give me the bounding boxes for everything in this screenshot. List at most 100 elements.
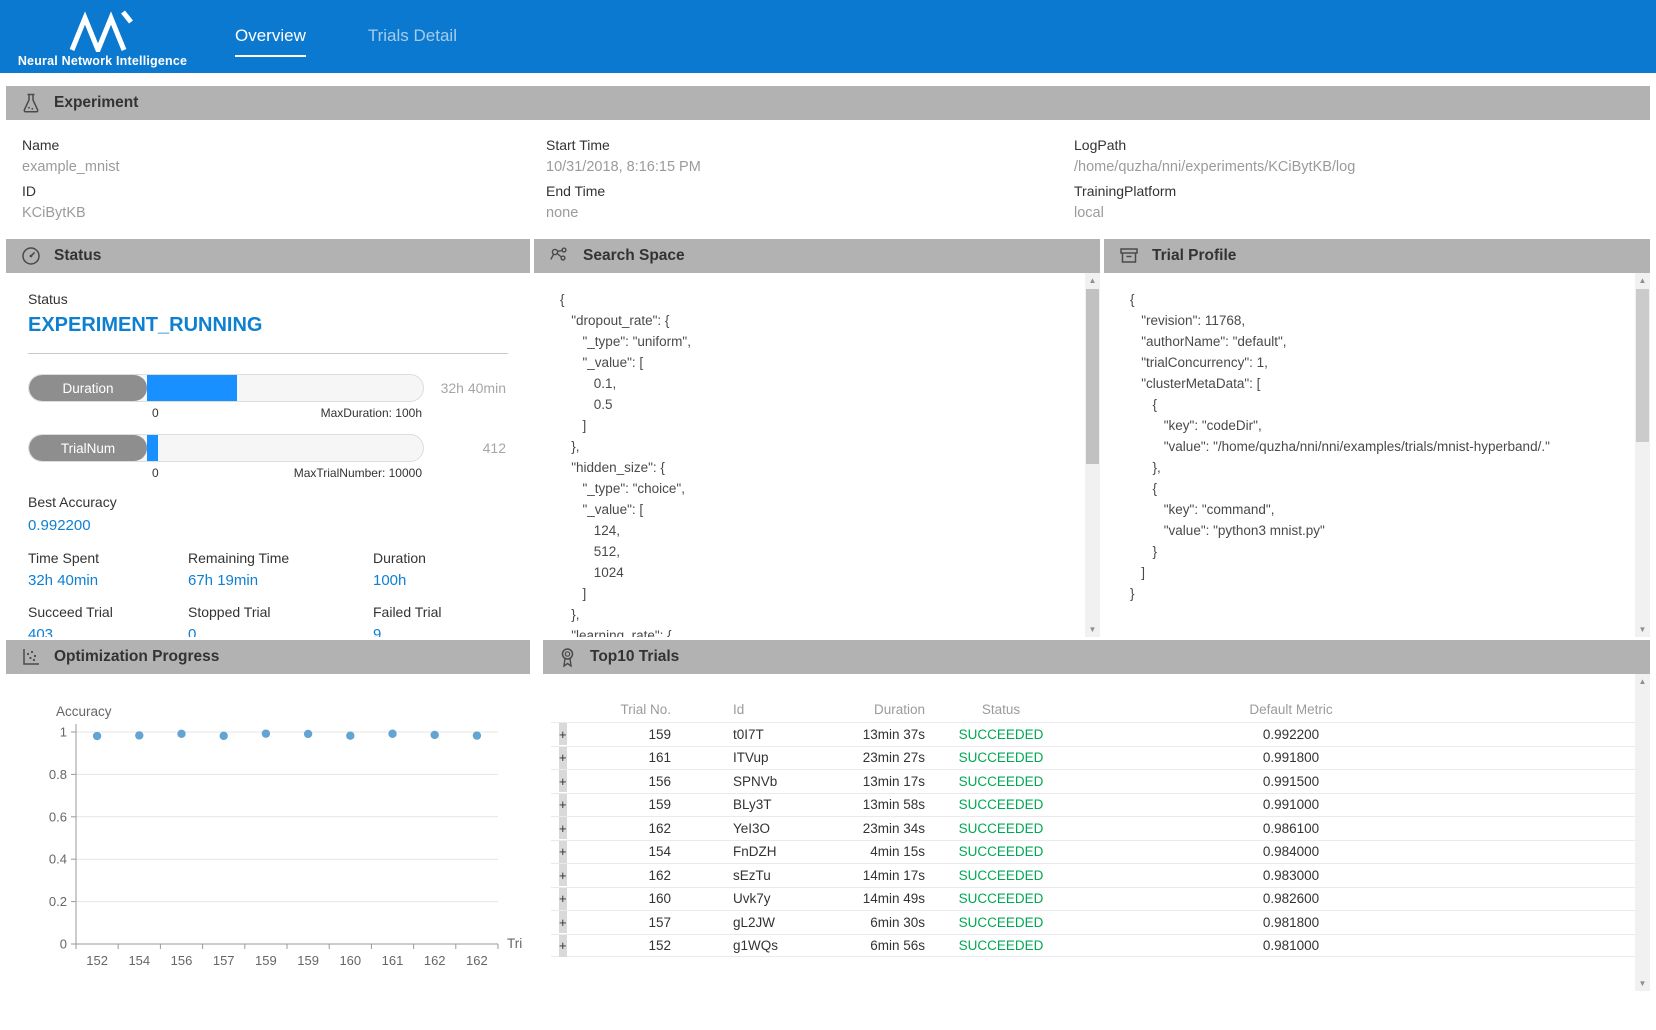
- scroll-down-icon[interactable]: ▼: [1085, 622, 1100, 637]
- stat-value-stopped-trial: 0: [188, 626, 373, 637]
- status-panel: Status Status EXPERIMENT_RUNNING Duratio…: [6, 239, 530, 637]
- field-value-name: example_mnist: [22, 159, 546, 175]
- optimization-panel: Optimization Progress Accuracy00.20.40.6…: [6, 640, 530, 1003]
- expand-row-button[interactable]: +: [559, 841, 567, 863]
- trialnum-bar-label: TrialNum: [29, 435, 147, 461]
- field-value-end-time: none: [546, 205, 1074, 221]
- table-row: +159BLy3T13min 58sSUCCEEDED0.991000: [551, 793, 1640, 817]
- tab-trials-detail[interactable]: Trials Detail: [368, 26, 457, 57]
- top10-header: Top10 Trials: [543, 640, 1650, 674]
- stat-value-succeed-trial: 403: [28, 626, 188, 637]
- top10-panel: Top10 Trials Trial No. Id Duration Statu…: [543, 640, 1650, 1003]
- status-stats: Time Spent32h 40min Remaining Time67h 19…: [28, 550, 508, 637]
- table-row: +157gL2JW6min 30sSUCCEEDED0.981800: [551, 910, 1640, 934]
- expand-row-button[interactable]: +: [559, 723, 567, 745]
- stat-value-duration: 100h: [373, 572, 508, 589]
- scrollbar-thumb[interactable]: [1636, 289, 1649, 442]
- field-value-id: KCiBytKB: [22, 205, 546, 221]
- cell-status: SUCCEEDED: [931, 797, 1071, 812]
- top10-table: Trial No. Id Duration Status Default Met…: [543, 674, 1650, 1003]
- duration-bar-label: Duration: [29, 375, 147, 401]
- scroll-up-icon[interactable]: ▲: [1085, 273, 1100, 288]
- stat-value-time-spent: 32h 40min: [28, 572, 188, 589]
- cell-duration: 4min 15s: [821, 844, 931, 859]
- table-row: +162YeI3O23min 34sSUCCEEDED0.986100: [551, 816, 1640, 840]
- best-accuracy-value: 0.992200: [28, 517, 508, 534]
- duration-min: 0: [152, 406, 159, 420]
- scroll-down-icon[interactable]: ▼: [1635, 622, 1650, 637]
- cell-trial-no: 154: [601, 844, 691, 859]
- column-header-duration: Duration: [821, 702, 931, 717]
- cell-duration: 23min 27s: [821, 750, 931, 765]
- scroll-down-icon[interactable]: ▼: [1635, 976, 1650, 991]
- cell-duration: 13min 37s: [821, 727, 931, 742]
- svg-text:0.4: 0.4: [49, 852, 67, 867]
- tab-overview[interactable]: Overview: [235, 26, 306, 57]
- svg-text:0: 0: [60, 937, 67, 952]
- nni-logo: Neural Network Intelligence: [0, 6, 205, 68]
- expand-row-button[interactable]: +: [559, 817, 567, 839]
- flask-icon: [21, 93, 41, 114]
- cell-duration: 14min 49s: [821, 891, 931, 906]
- svg-text:0.8: 0.8: [49, 767, 67, 782]
- expand-row-button[interactable]: +: [559, 935, 567, 957]
- trial-profile-body[interactable]: { "revision": 11768, "authorName": "defa…: [1104, 273, 1650, 637]
- cell-id: g1WQs: [691, 938, 821, 953]
- cell-status: SUCCEEDED: [931, 727, 1071, 742]
- status-label: Status: [28, 291, 508, 307]
- top10-scrollbar[interactable]: ▲ ▼: [1635, 674, 1650, 991]
- brand-text: Neural Network Intelligence: [18, 54, 187, 68]
- expand-row-button[interactable]: +: [559, 864, 567, 886]
- cell-default-metric: 0.991000: [1071, 797, 1511, 812]
- cell-duration: 14min 17s: [821, 868, 931, 883]
- svg-text:Accuracy: Accuracy: [56, 704, 112, 719]
- gauge-icon: [21, 246, 41, 266]
- column-header-default-metric: Default Metric: [1071, 702, 1511, 717]
- stat-value-failed-trial: 9: [373, 626, 508, 637]
- svg-text:154: 154: [128, 953, 150, 968]
- stat-label-duration: Duration: [373, 550, 508, 566]
- optimization-title: Optimization Progress: [54, 648, 219, 666]
- trialnum-min: 0: [152, 466, 159, 480]
- status-value: EXPERIMENT_RUNNING: [28, 314, 508, 337]
- scrollbar-thumb[interactable]: [1086, 289, 1099, 464]
- expand-row-button[interactable]: +: [559, 770, 567, 792]
- expand-row-button[interactable]: +: [559, 794, 567, 816]
- cell-default-metric: 0.982600: [1071, 891, 1511, 906]
- search-space-json: { "dropout_rate": { "_type": "uniform", …: [534, 273, 1100, 637]
- trialnum-bar-value: 412: [424, 440, 508, 456]
- cell-duration: 13min 58s: [821, 797, 931, 812]
- optimization-chart: Accuracy00.20.40.60.81152154156157159159…: [18, 702, 523, 1002]
- medal-icon: [558, 647, 577, 668]
- stat-label-remaining-time: Remaining Time: [188, 550, 373, 566]
- column-header-trial-no: Trial No.: [601, 702, 691, 717]
- cell-id: BLy3T: [691, 797, 821, 812]
- status-title: Status: [54, 247, 101, 265]
- svg-text:161: 161: [382, 953, 404, 968]
- scroll-up-icon[interactable]: ▲: [1635, 674, 1650, 689]
- cell-trial-no: 156: [601, 774, 691, 789]
- cell-trial-no: 152: [601, 938, 691, 953]
- top10-title: Top10 Trials: [590, 648, 679, 666]
- svg-text:162: 162: [424, 953, 446, 968]
- stat-label-failed-trial: Failed Trial: [373, 604, 508, 620]
- expand-row-button[interactable]: +: [559, 888, 567, 910]
- search-space-scrollbar[interactable]: ▲ ▼: [1085, 273, 1100, 637]
- cell-default-metric: 0.991500: [1071, 774, 1511, 789]
- trial-profile-scrollbar[interactable]: ▲ ▼: [1635, 273, 1650, 637]
- scroll-up-icon[interactable]: ▲: [1635, 273, 1650, 288]
- trialnum-bar-fill: [147, 435, 158, 461]
- svg-text:Trial: Trial: [507, 936, 523, 951]
- trial-profile-panel: Trial Profile { "revision": 11768, "auth…: [1104, 239, 1650, 637]
- cell-default-metric: 0.983000: [1071, 868, 1511, 883]
- trialnum-bar-track: [147, 435, 423, 461]
- cell-default-metric: 0.986100: [1071, 821, 1511, 836]
- search-space-panel: Search Space { "dropout_rate": { "_type"…: [534, 239, 1100, 637]
- expand-row-button[interactable]: +: [559, 747, 567, 769]
- cell-trial-no: 161: [601, 750, 691, 765]
- cell-id: Uvk7y: [691, 891, 821, 906]
- svg-text:152: 152: [86, 953, 108, 968]
- expand-row-button[interactable]: +: [559, 911, 567, 933]
- search-space-body[interactable]: { "dropout_rate": { "_type": "uniform", …: [534, 273, 1100, 637]
- stat-label-time-spent: Time Spent: [28, 550, 188, 566]
